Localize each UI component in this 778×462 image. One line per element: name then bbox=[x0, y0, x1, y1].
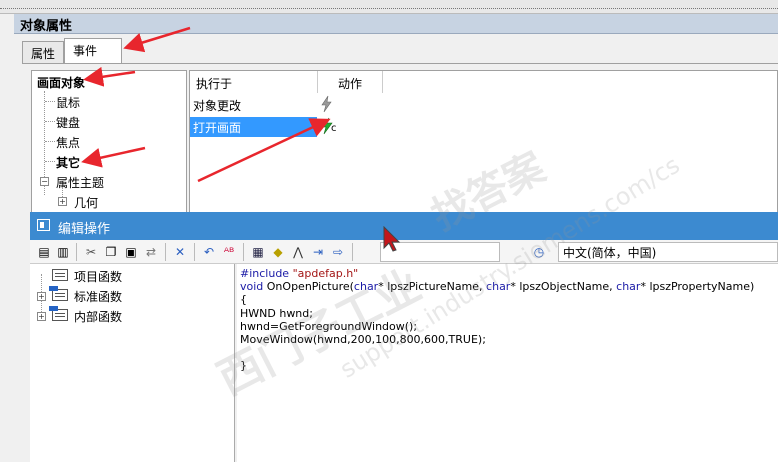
tree-item-keyboard[interactable]: 键盘 bbox=[56, 114, 80, 131]
expand-icon[interactable]: − bbox=[40, 177, 49, 186]
expand-icon[interactable]: + bbox=[37, 312, 46, 321]
tree-item-focus[interactable]: 焦点 bbox=[56, 134, 80, 151]
tree-item-property-topics[interactable]: 属性主题 bbox=[56, 174, 104, 191]
lightning-icon[interactable] bbox=[318, 95, 336, 113]
expand-icon[interactable]: + bbox=[37, 292, 46, 301]
cube-icon[interactable]: ◆ bbox=[269, 243, 287, 261]
tab-properties[interactable]: 属性 bbox=[22, 41, 64, 63]
tree-item-screen-object[interactable]: 画面对象 bbox=[37, 74, 85, 91]
project-functions-icon bbox=[52, 269, 68, 281]
abc-icon[interactable]: ᴬᴮ bbox=[220, 243, 238, 261]
column-header-execute-on[interactable]: 执行于 bbox=[190, 71, 317, 93]
internal-functions-icon bbox=[49, 306, 68, 321]
paste-icon[interactable]: ▣ bbox=[122, 243, 140, 261]
column-header-action[interactable]: 动作 bbox=[318, 71, 382, 93]
canvas-grid-line bbox=[0, 8, 778, 9]
tree-item-project-functions[interactable]: 项目函数 bbox=[74, 268, 122, 285]
delete-icon[interactable]: ✕ bbox=[171, 243, 189, 261]
function-tree[interactable]: 项目函数 + 标准函数 + 内部函数 bbox=[30, 264, 235, 462]
event-row-object-change[interactable]: 对象更改 bbox=[190, 95, 317, 115]
edit-action-title: 编辑操作 bbox=[30, 212, 778, 240]
cut-icon[interactable]: ✂ bbox=[82, 243, 100, 261]
replace-icon[interactable]: ⇄ bbox=[142, 243, 160, 261]
standard-functions-icon bbox=[49, 286, 68, 301]
tree-item-internal-functions[interactable]: 内部函数 bbox=[74, 308, 122, 325]
mouse-cursor-icon bbox=[383, 225, 403, 252]
export-icon[interactable]: ⇨ bbox=[329, 243, 347, 261]
save-as-icon[interactable]: ▥ bbox=[54, 243, 72, 261]
compile-icon[interactable]: ▦ bbox=[249, 243, 267, 261]
tree-item-standard-functions[interactable]: 标准函数 bbox=[74, 288, 122, 305]
expand-icon[interactable]: + bbox=[58, 197, 67, 206]
copy-icon[interactable]: ❐ bbox=[102, 243, 120, 261]
tab-events[interactable]: 事件 bbox=[64, 38, 122, 64]
import-icon[interactable]: ⇥ bbox=[309, 243, 327, 261]
event-tree[interactable]: 画面对象 鼠标 键盘 焦点 其它 − 属性主题 + 几何 bbox=[31, 70, 187, 215]
c-action-suffix: c bbox=[331, 123, 337, 134]
object-properties-title: 对象属性 bbox=[14, 14, 778, 34]
event-row-open-picture[interactable]: 打开画面 bbox=[190, 117, 317, 137]
tree-item-mouse[interactable]: 鼠标 bbox=[56, 94, 80, 111]
tab-baseline bbox=[22, 63, 778, 64]
tree-item-other[interactable]: 其它 bbox=[56, 154, 80, 171]
save-icon[interactable]: ▤ bbox=[35, 243, 53, 261]
undo-icon[interactable]: ↶ bbox=[200, 243, 218, 261]
window-icon bbox=[37, 219, 50, 231]
language-select[interactable]: 中文(简体，中国) bbox=[558, 242, 778, 262]
tree-item-geometry[interactable]: 几何 bbox=[74, 194, 98, 211]
background-canvas-strip bbox=[0, 0, 778, 14]
compass-icon[interactable]: ⋀ bbox=[289, 243, 307, 261]
